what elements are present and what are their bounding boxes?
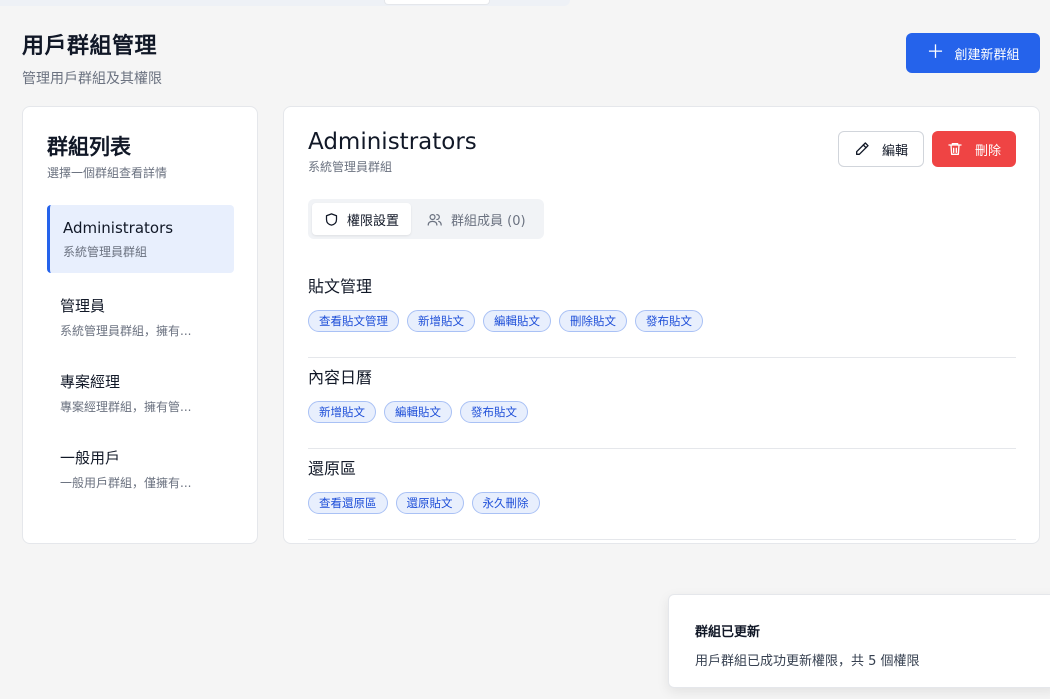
trash-icon <box>947 141 963 157</box>
group-item-project-managers[interactable]: 專案經理 專案經理群組，擁有管... <box>47 357 234 425</box>
permission-section: 內容日曆 新增貼文 編輯貼文 發布貼文 <box>308 358 1016 449</box>
plus-icon: ＋ <box>926 42 945 63</box>
permission-chip: 發布貼文 <box>460 401 528 423</box>
permission-sections: 貼文管理 查看貼文管理 新增貼文 編輯貼文 刪除貼文 發布貼文 內容日曆 新增貼… <box>308 267 1016 540</box>
group-item-desc: 一般用戶群組，僅擁有... <box>60 476 192 490</box>
group-item-admins[interactable]: 管理員 系統管理員群組，擁有... <box>47 281 234 349</box>
edit-label: 編輯 <box>881 143 908 159</box>
detail-tabs: 權限設置 群組成員 (0) <box>308 199 544 239</box>
shield-icon <box>324 212 339 227</box>
users-icon <box>427 212 443 227</box>
permission-chips: 查看還原區 還原貼文 永久刪除 <box>308 492 1016 514</box>
tab-members[interactable]: 群組成員 (0) <box>415 203 538 235</box>
tab-permissions-label: 權限設置 <box>347 213 400 229</box>
permission-chip: 查看貼文管理 <box>308 310 399 332</box>
top-strip <box>0 0 570 6</box>
permission-chip: 查看還原區 <box>308 492 388 514</box>
permission-chips: 查看貼文管理 新增貼文 編輯貼文 刪除貼文 發布貼文 <box>308 310 1016 332</box>
permission-chips: 新增貼文 編輯貼文 發布貼文 <box>308 401 1016 423</box>
page-title: 用戶群組管理 <box>22 34 158 59</box>
group-detail-subtitle: 系統管理員群組 <box>308 160 393 174</box>
delete-label: 刪除 <box>974 143 1001 159</box>
permission-chip: 永久刪除 <box>471 492 540 514</box>
group-item-administrators[interactable]: Administrators 系統管理員群組 <box>47 205 234 273</box>
group-item-name: 專案經理 <box>60 373 121 391</box>
section-title: 還原區 <box>308 459 357 478</box>
permission-chip: 還原貼文 <box>395 492 464 514</box>
create-group-label: 創建新群組 <box>954 47 1020 63</box>
group-detail-title: Administrators <box>308 129 477 155</box>
permission-section: 還原區 查看還原區 還原貼文 永久刪除 <box>308 449 1016 540</box>
top-tab-stub <box>384 0 490 5</box>
permission-chip: 新增貼文 <box>407 310 475 332</box>
permission-chip: 編輯貼文 <box>483 310 551 332</box>
permission-chip: 刪除貼文 <box>559 310 627 332</box>
group-item-name: 一般用戶 <box>60 449 121 467</box>
page-header: 用戶群組管理 管理用戶群組及其權限 <box>22 28 162 88</box>
toast-title: 群組已更新 <box>695 625 761 640</box>
group-detail-panel: Administrators 系統管理員群組 編輯 刪除 權限設置 群組成員 (… <box>283 106 1040 544</box>
group-list: Administrators 系統管理員群組 管理員 系統管理員群組，擁有...… <box>47 205 234 509</box>
section-title: 內容日曆 <box>308 368 373 387</box>
group-item-desc: 系統管理員群組，擁有... <box>60 324 192 338</box>
page-subtitle: 管理用戶群組及其權限 <box>22 71 162 87</box>
group-item-desc: 系統管理員群組 <box>63 245 148 259</box>
permission-chip: 新增貼文 <box>308 401 376 423</box>
delete-group-button[interactable]: 刪除 <box>932 131 1016 167</box>
group-item-desc: 專案經理群組，擁有管... <box>60 400 192 414</box>
group-item-name: 管理員 <box>60 297 106 315</box>
permission-section: 貼文管理 查看貼文管理 新增貼文 編輯貼文 刪除貼文 發布貼文 <box>308 267 1016 358</box>
create-group-button[interactable]: ＋ 創建新群組 <box>906 33 1040 73</box>
tab-members-label: 群組成員 (0) <box>451 213 526 229</box>
permission-chip: 發布貼文 <box>635 310 703 332</box>
group-list-title: 群組列表 <box>47 135 131 159</box>
toast-message: 用戶群組已成功更新權限，共 5 個權限 <box>695 654 920 669</box>
permission-chip: 編輯貼文 <box>384 401 452 423</box>
group-list-panel: 群組列表 選擇一個群組查看詳情 Administrators 系統管理員群組 管… <box>22 106 258 544</box>
group-item-general-users[interactable]: 一般用戶 一般用戶群組，僅擁有... <box>47 433 234 501</box>
section-title: 貼文管理 <box>308 277 373 296</box>
pencil-icon <box>854 141 870 157</box>
group-item-name: Administrators <box>63 219 174 237</box>
toast-notification: 群組已更新 用戶群組已成功更新權限，共 5 個權限 <box>668 594 1050 688</box>
group-list-subtitle: 選擇一個群組查看詳情 <box>47 166 168 180</box>
tab-permissions[interactable]: 權限設置 <box>312 203 412 235</box>
edit-group-button[interactable]: 編輯 <box>838 131 924 167</box>
